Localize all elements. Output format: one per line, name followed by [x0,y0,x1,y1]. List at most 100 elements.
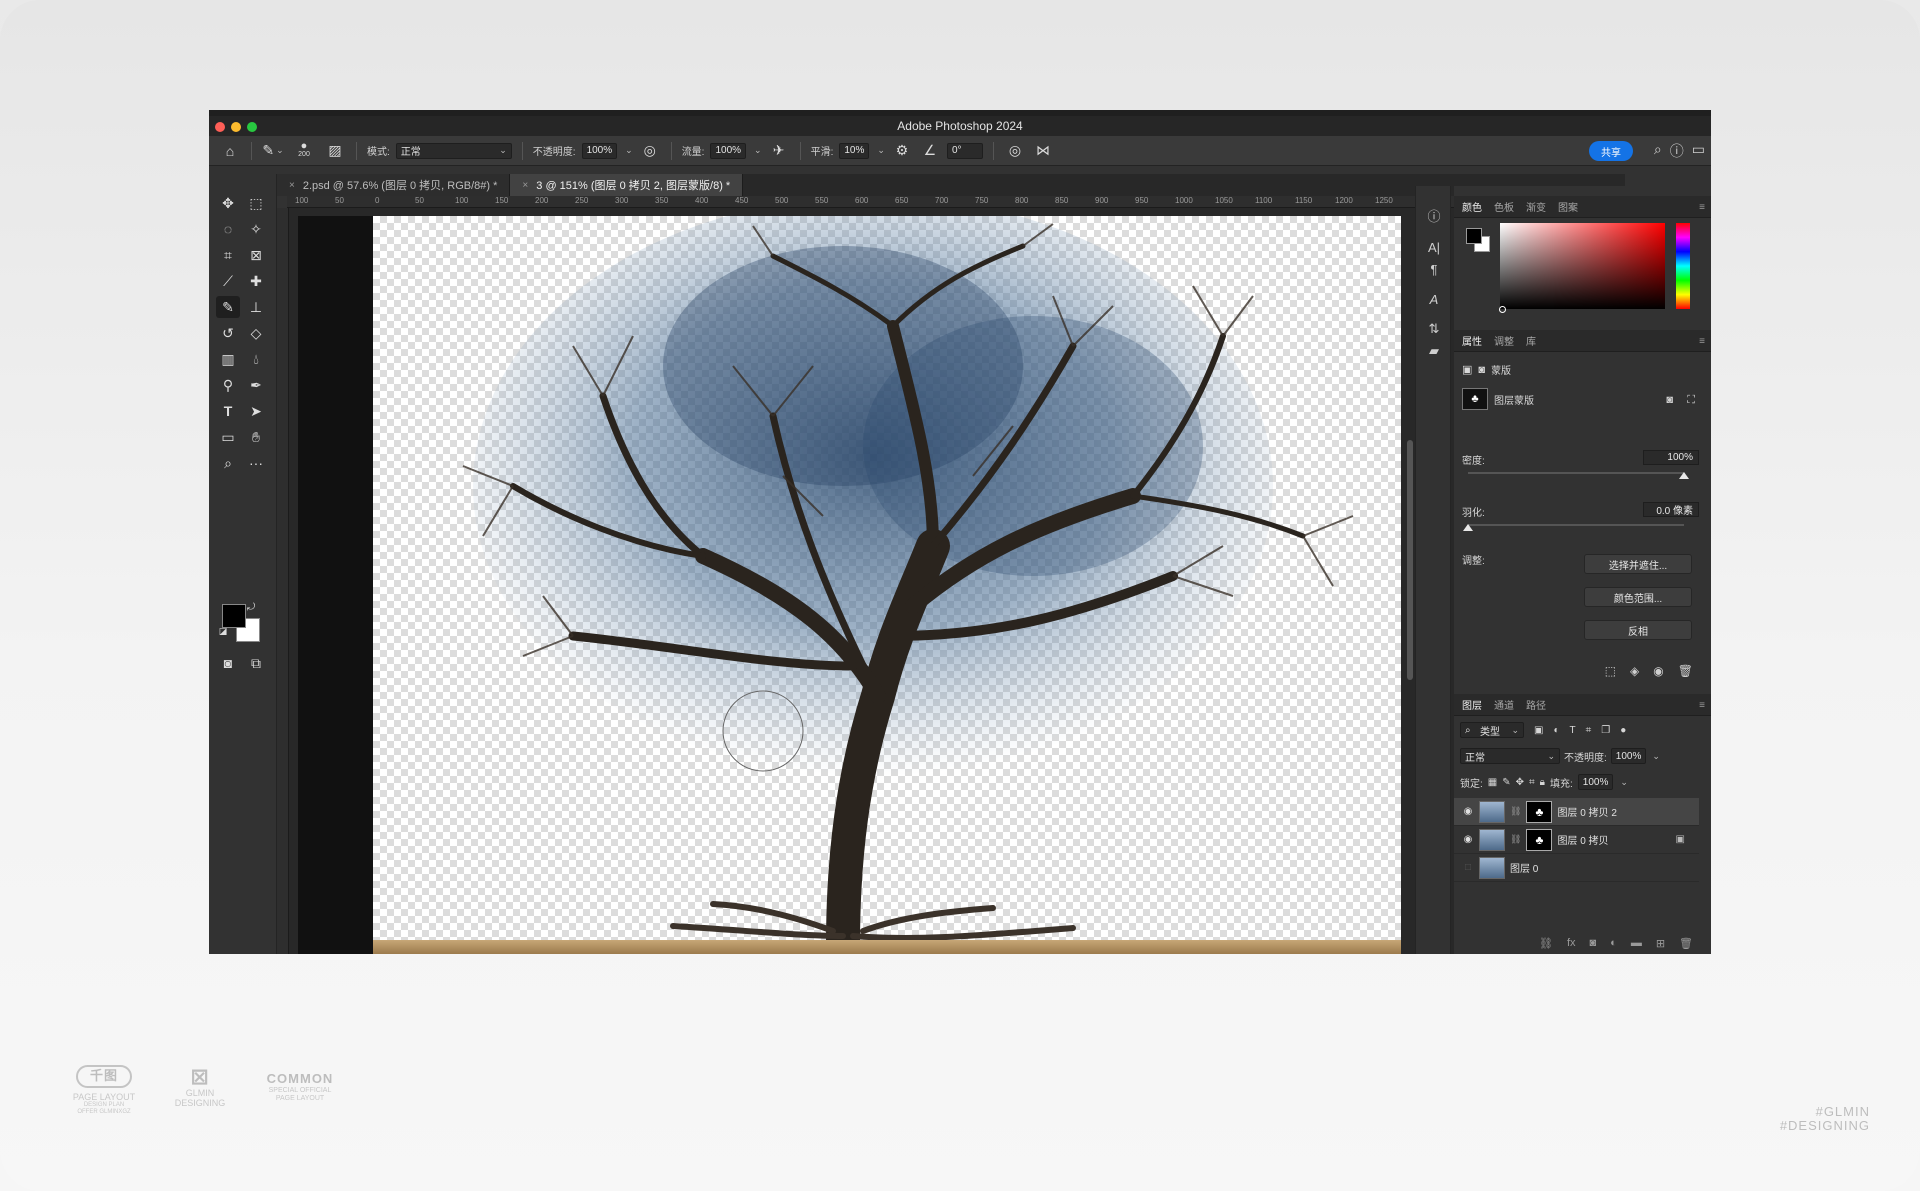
tab-paths[interactable]: 路径 [1526,697,1546,712]
eraser-tool-icon[interactable]: ◇ [244,322,268,344]
color-range-button[interactable]: 颜色范围... [1584,587,1692,607]
tab-document-3[interactable]: × 3 @ 151% (图层 0 拷贝 2, 图层蒙版/8) * [510,174,744,196]
screen-mode-icon[interactable]: ⧉ [244,652,268,674]
history-brush-tool-icon[interactable]: ↺ [216,322,240,344]
filter-shape-icon[interactable]: ⌗ [1586,725,1592,736]
tab-gradients[interactable]: 渐变 [1526,199,1546,214]
close-icon[interactable]: × [289,180,295,191]
flow-input[interactable]: 100% [710,142,747,159]
add-mask-icon[interactable]: ◙ [1590,937,1597,949]
layer-mask-thumbnail[interactable]: ♣ [1526,800,1553,823]
filter-adjustment-icon[interactable]: ◐ [1553,725,1559,736]
brush-size-picker[interactable]: ● 200 [290,141,318,161]
filter-type-icon[interactable]: T [1570,725,1576,736]
lasso-tool-icon[interactable]: ◌ [216,218,240,240]
new-layer-icon[interactable]: ⊞ [1656,937,1665,950]
eye-icon[interactable]: ◉ [1653,664,1663,678]
search-icon[interactable]: ⌕ [1654,141,1662,161]
panel-menu-icon[interactable]: ≡ [1699,336,1705,347]
symmetry-icon[interactable]: ⋈ [1032,141,1054,161]
brush-settings-icon[interactable]: ▨ [324,141,346,161]
home-icon[interactable]: ⌂ [219,141,241,161]
help-icon[interactable]: ⓘ [1670,141,1684,161]
document-canvas[interactable] [373,216,1401,954]
feather-input[interactable]: 0.0 像素 [1643,502,1699,517]
tab-adjustments[interactable]: 调整 [1494,333,1514,348]
layer-thumbnail[interactable] [1479,856,1505,879]
brush-tool-preset-icon[interactable]: ✎ ⌄ [262,141,284,161]
lock-position-icon[interactable]: ✥ [1516,777,1524,788]
close-icon[interactable]: × [522,180,528,191]
minimize-window-button[interactable] [231,122,241,132]
crop-tool-icon[interactable]: ⌗ [216,244,240,266]
mode-select[interactable]: 正常 ⌄ [395,142,512,159]
tab-patterns[interactable]: 图案 [1558,199,1578,214]
gradient-tool-icon[interactable]: ▥ [216,348,240,370]
layer-name[interactable]: 图层 0 拷贝 2 [1557,804,1616,819]
select-and-mask-button[interactable]: 选择并遮住... [1584,554,1692,574]
fill-input[interactable]: 100% [1577,774,1614,790]
lock-paint-icon[interactable]: ✎ [1502,777,1510,788]
layer-thumbnail[interactable] [1479,800,1505,823]
adjustments-icon[interactable]: ⇅ [1424,320,1444,338]
invert-button[interactable]: 反相 [1584,620,1692,640]
lock-transparency-icon[interactable]: ▦ [1488,777,1497,788]
layer-opacity-input[interactable]: 100% [1610,748,1647,764]
lock-artboard-icon[interactable]: ⌗ [1529,777,1535,788]
type-tool-icon[interactable]: T [216,400,240,422]
hue-slider[interactable] [1676,223,1690,309]
opacity-input[interactable]: 100% [581,142,618,159]
chevron-down-icon[interactable]: ⌄ [877,145,885,156]
airbrush-icon[interactable]: ✈ [768,141,790,161]
panel-menu-icon[interactable]: ≡ [1699,700,1705,711]
new-adjustment-icon[interactable]: ◐ [1610,937,1617,949]
layer-row[interactable]: □ 图层 0 [1454,854,1699,882]
zoom-window-button[interactable] [247,122,257,132]
chevron-down-icon[interactable]: ⌄ [1620,777,1628,788]
panel-menu-icon[interactable]: ≡ [1699,202,1705,213]
apply-mask-footer-icon[interactable]: ◈ [1630,664,1639,678]
workspace-icon[interactable]: ▭ [1692,141,1705,161]
marquee-tool-icon[interactable]: ⬚ [244,192,268,214]
brush-tool-icon[interactable]: ✎ [216,296,240,318]
density-slider-handle[interactable] [1679,472,1689,479]
gear-icon[interactable]: ⚙ [891,141,913,161]
chevron-down-icon[interactable]: ⌄ [1652,751,1660,762]
pressure-size-icon[interactable]: ◎ [1004,141,1026,161]
layer-name[interactable]: 图层 0 [1510,860,1538,875]
density-input[interactable]: 100% [1643,450,1699,465]
pressure-opacity-icon[interactable]: ◎ [639,141,661,161]
lock-all-icon[interactable]: 🔒︎ [1540,777,1545,788]
layer-name[interactable]: 图层 0 拷贝 [1557,832,1608,847]
info-icon[interactable]: ⓘ [1424,206,1444,224]
tab-libraries[interactable]: 库 [1526,333,1536,348]
feather-slider-handle[interactable] [1463,524,1473,531]
pixel-mask-icon[interactable]: ▣ [1462,363,1472,376]
filter-toggle-icon[interactable]: ● [1620,725,1626,736]
move-tool-icon[interactable]: ✥ [216,192,240,214]
density-slider[interactable] [1468,472,1684,474]
character-icon[interactable]: A| [1424,238,1444,256]
filter-smart-object-icon[interactable]: ❐ [1601,725,1610,736]
quick-mask-icon[interactable]: ◙ [216,652,240,674]
more-tools-icon[interactable]: ··· [244,452,268,474]
healing-brush-tool-icon[interactable]: ✚ [244,270,268,292]
tab-color[interactable]: 颜色 [1462,199,1482,214]
layer-row[interactable]: ◉ ⛓︎ ♣ 图层 0 拷贝 2 [1454,798,1699,826]
trash-icon[interactable]: 🗑︎ [1678,664,1693,678]
tab-channels[interactable]: 通道 [1494,697,1514,712]
tab-properties[interactable]: 属性 [1462,333,1482,348]
paragraph-icon[interactable]: ¶ [1424,260,1444,278]
close-window-button[interactable] [215,122,225,132]
chevron-down-icon[interactable]: ⌄ [754,145,762,156]
angle-input[interactable]: 0° [946,142,983,159]
zoom-tool-icon[interactable]: ⌕ [216,452,240,474]
glyphs-icon[interactable]: A [1424,290,1444,308]
load-selection-icon[interactable]: ⬚ [1605,664,1616,678]
tab-layers[interactable]: 图层 [1462,697,1482,712]
eye-icon[interactable]: ◉ [1462,834,1474,845]
layer-filter-select[interactable]: ⌕ 类型 ⌄ [1460,722,1524,738]
dodge-tool-icon[interactable]: ⚲ [216,374,240,396]
stamp-tool-icon[interactable]: ⊥ [244,296,268,318]
path-selection-tool-icon[interactable]: ➤ [244,400,268,422]
